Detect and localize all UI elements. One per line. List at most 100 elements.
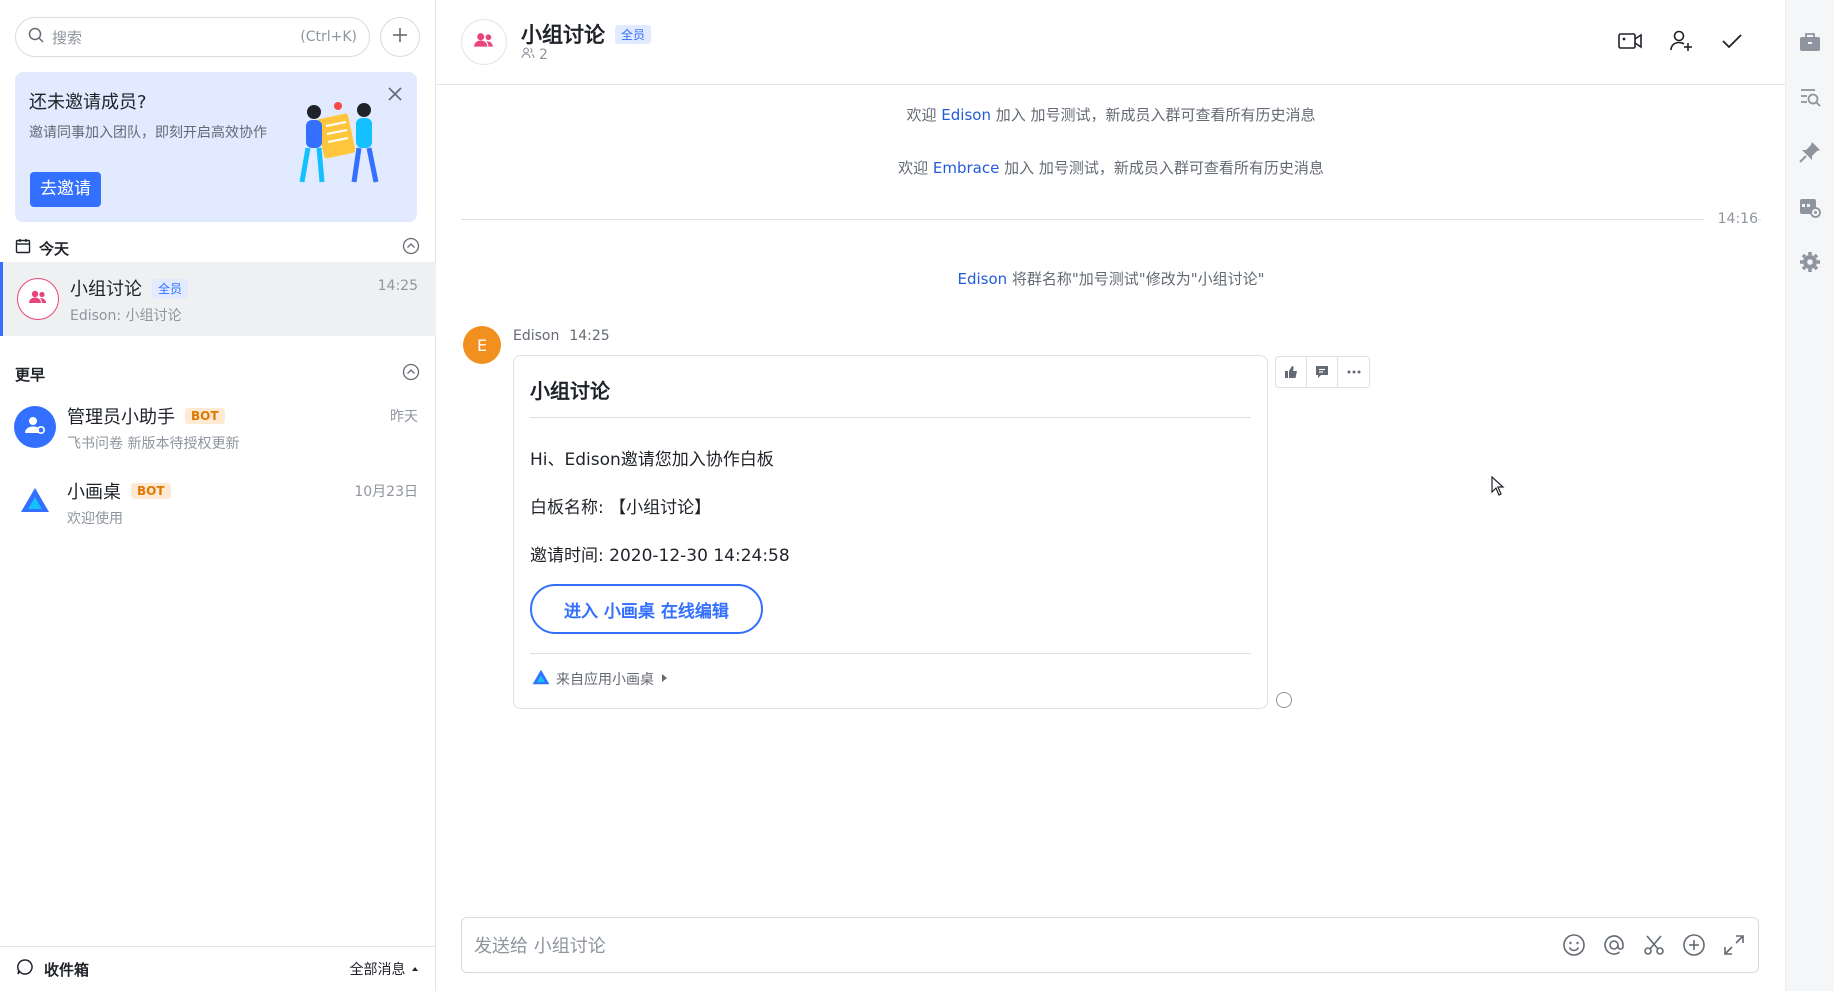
whiteboard-logo-icon <box>532 669 550 689</box>
chat-header: 小组讨论 全员 2 <box>437 0 1785 85</box>
invite-button[interactable]: 去邀请 <box>30 172 101 207</box>
whiteboard-logo-icon <box>20 487 50 517</box>
add-button[interactable] <box>380 17 420 57</box>
inbox-label[interactable]: 收件箱 <box>44 959 340 980</box>
whiteboard-bot-avatar <box>14 481 56 523</box>
add-member-icon[interactable] <box>1668 28 1694 58</box>
thumbs-up-icon[interactable] <box>1276 357 1307 387</box>
open-whiteboard-button[interactable]: 进入 小画桌 在线编辑 <box>530 584 763 634</box>
caret-up-icon <box>410 962 420 978</box>
conversation-time: 昨天 <box>390 409 418 425</box>
time-divider <box>461 219 1761 220</box>
chat-title[interactable]: 小组讨论 <box>521 19 605 49</box>
search-input[interactable]: 搜索 (Ctrl+K) <box>15 17 370 57</box>
reply-icon[interactable] <box>1307 357 1338 387</box>
card-source[interactable]: 来自应用小画桌 <box>532 669 668 689</box>
system-message-user[interactable]: Embrace <box>933 159 999 177</box>
system-message-text: 加入 加号测试，新成员入群可查看所有历史消息 <box>990 106 1316 124</box>
sidebar-footer: 收件箱 全部消息 <box>0 946 436 991</box>
chat-title-row: 小组讨论 全员 <box>521 19 652 49</box>
read-status-icon[interactable] <box>1276 692 1292 708</box>
member-count[interactable]: 2 <box>521 47 548 63</box>
calendar-settings-icon[interactable] <box>1797 194 1823 220</box>
time-divider-label: 14:16 <box>1703 211 1758 227</box>
card-source-label: 来自应用小画桌 <box>556 672 654 688</box>
system-message-user[interactable]: Edison <box>941 106 991 124</box>
members-icon <box>521 47 535 63</box>
conversation-name: 小组讨论 <box>70 279 142 300</box>
conversation-item-group[interactable]: 小组讨论 全员 Edison: 小组讨论 14:25 <box>0 262 436 336</box>
search-shortcut: (Ctrl+K) <box>300 29 357 45</box>
admin-user-icon <box>24 415 46 439</box>
bot-tag: BOT <box>185 408 225 424</box>
close-icon[interactable] <box>387 86 403 106</box>
inbox-icon <box>16 958 34 980</box>
pin-icon[interactable] <box>1797 139 1823 165</box>
section-today-label: 今天 <box>39 239 70 258</box>
expand-icon[interactable] <box>1722 933 1746 957</box>
search-history-icon[interactable] <box>1797 84 1823 110</box>
invite-card: 还未邀请成员? 邀请同事加入团队，即刻开启高效协作 去邀请 <box>15 72 417 222</box>
conversation-preview: 欢迎使用 <box>67 511 123 527</box>
card-line-greeting: Hi、Edison邀请您加入协作白板 <box>530 450 774 470</box>
conversation-name-row: 管理员小助手 BOT <box>67 403 225 429</box>
member-count-value: 2 <box>539 47 548 63</box>
rename-message-user[interactable]: Edison <box>957 270 1007 288</box>
conversation-name-row: 小组讨论 全员 <box>70 275 189 301</box>
mention-icon[interactable] <box>1602 933 1626 957</box>
caret-right-icon <box>660 671 668 687</box>
composer-tools <box>1562 933 1746 957</box>
composer-placeholder: 发送给 小组讨论 <box>474 936 606 957</box>
chat-panel: 小组讨论 全员 2 欢迎 Edison 加入 加号测试，新成员入群可查看所有历史… <box>437 0 1785 991</box>
conversation-item-admin-bot[interactable]: 管理员小助手 BOT 飞书问卷 新版本待授权更新 昨天 <box>0 390 436 464</box>
card-divider <box>530 417 1251 418</box>
card-line-board-name: 白板名称: 【小组讨论】 <box>530 498 712 518</box>
screenshot-scissors-icon[interactable] <box>1642 933 1666 957</box>
all-members-tag: 全员 <box>152 278 189 298</box>
message-filter-label: 全部消息 <box>349 962 406 978</box>
collapse-icon[interactable] <box>402 363 420 385</box>
all-members-tag: 全员 <box>615 24 652 44</box>
section-earlier-label: 更早 <box>15 365 46 384</box>
search-icon <box>28 27 44 47</box>
system-message: 欢迎 Embrace 加入 加号测试，新成员入群可查看所有历史消息 <box>437 157 1785 178</box>
collapse-icon[interactable] <box>402 237 420 259</box>
conversation-item-whiteboard-bot[interactable]: 小画桌 BOT 欢迎使用 10月23日 <box>0 465 436 539</box>
conversation-name-row: 小画桌 BOT <box>67 478 171 504</box>
plus-icon <box>391 26 409 48</box>
check-icon[interactable] <box>1719 28 1745 58</box>
message-meta: Edison 14:25 <box>513 328 610 344</box>
message-filter[interactable]: 全部消息 <box>350 959 420 979</box>
mouse-cursor-icon <box>1491 475 1505 500</box>
add-attachment-icon[interactable] <box>1682 933 1706 957</box>
card-title: 小组讨论 <box>530 379 610 403</box>
sender-avatar[interactable]: E <box>463 326 501 364</box>
sender-name[interactable]: Edison <box>513 328 559 344</box>
message-card: 小组讨论 Hi、Edison邀请您加入协作白板 白板名称: 【小组讨论】 邀请时… <box>513 355 1268 709</box>
system-message-prefix: 欢迎 <box>898 159 933 177</box>
video-call-icon[interactable] <box>1617 28 1643 58</box>
chat-actions <box>1617 28 1745 58</box>
settings-gear-icon[interactable] <box>1797 249 1823 275</box>
section-earlier[interactable]: 更早 <box>15 362 420 386</box>
invite-description: 邀请同事加入团队，即刻开启高效协作 <box>29 125 267 141</box>
search-placeholder: 搜索 <box>52 28 83 47</box>
conversation-name: 管理员小助手 <box>67 407 175 428</box>
message-reactions <box>1275 356 1370 388</box>
conversation-time: 14:25 <box>377 278 418 294</box>
card-divider <box>530 653 1251 654</box>
section-today[interactable]: 今天 <box>15 236 420 260</box>
conversation-preview: Edison: 小组讨论 <box>70 308 182 324</box>
more-icon[interactable] <box>1338 357 1369 387</box>
group-icon <box>473 31 495 53</box>
emoji-icon[interactable] <box>1562 933 1586 957</box>
briefcase-icon[interactable] <box>1797 29 1823 55</box>
system-message-prefix: 欢迎 <box>906 106 942 124</box>
calendar-icon <box>15 238 31 258</box>
message-composer[interactable]: 发送给 小组讨论 <box>461 917 1759 973</box>
card-line-invite-time: 邀请时间: 2020-12-30 14:24:58 <box>530 546 790 566</box>
right-rail <box>1785 0 1834 991</box>
sidebar: 搜索 (Ctrl+K) 还未邀请成员? 邀请同事加入团队，即刻开启高效协作 去邀… <box>0 0 436 991</box>
chat-group-avatar[interactable] <box>461 19 507 65</box>
admin-bot-avatar <box>14 406 56 448</box>
